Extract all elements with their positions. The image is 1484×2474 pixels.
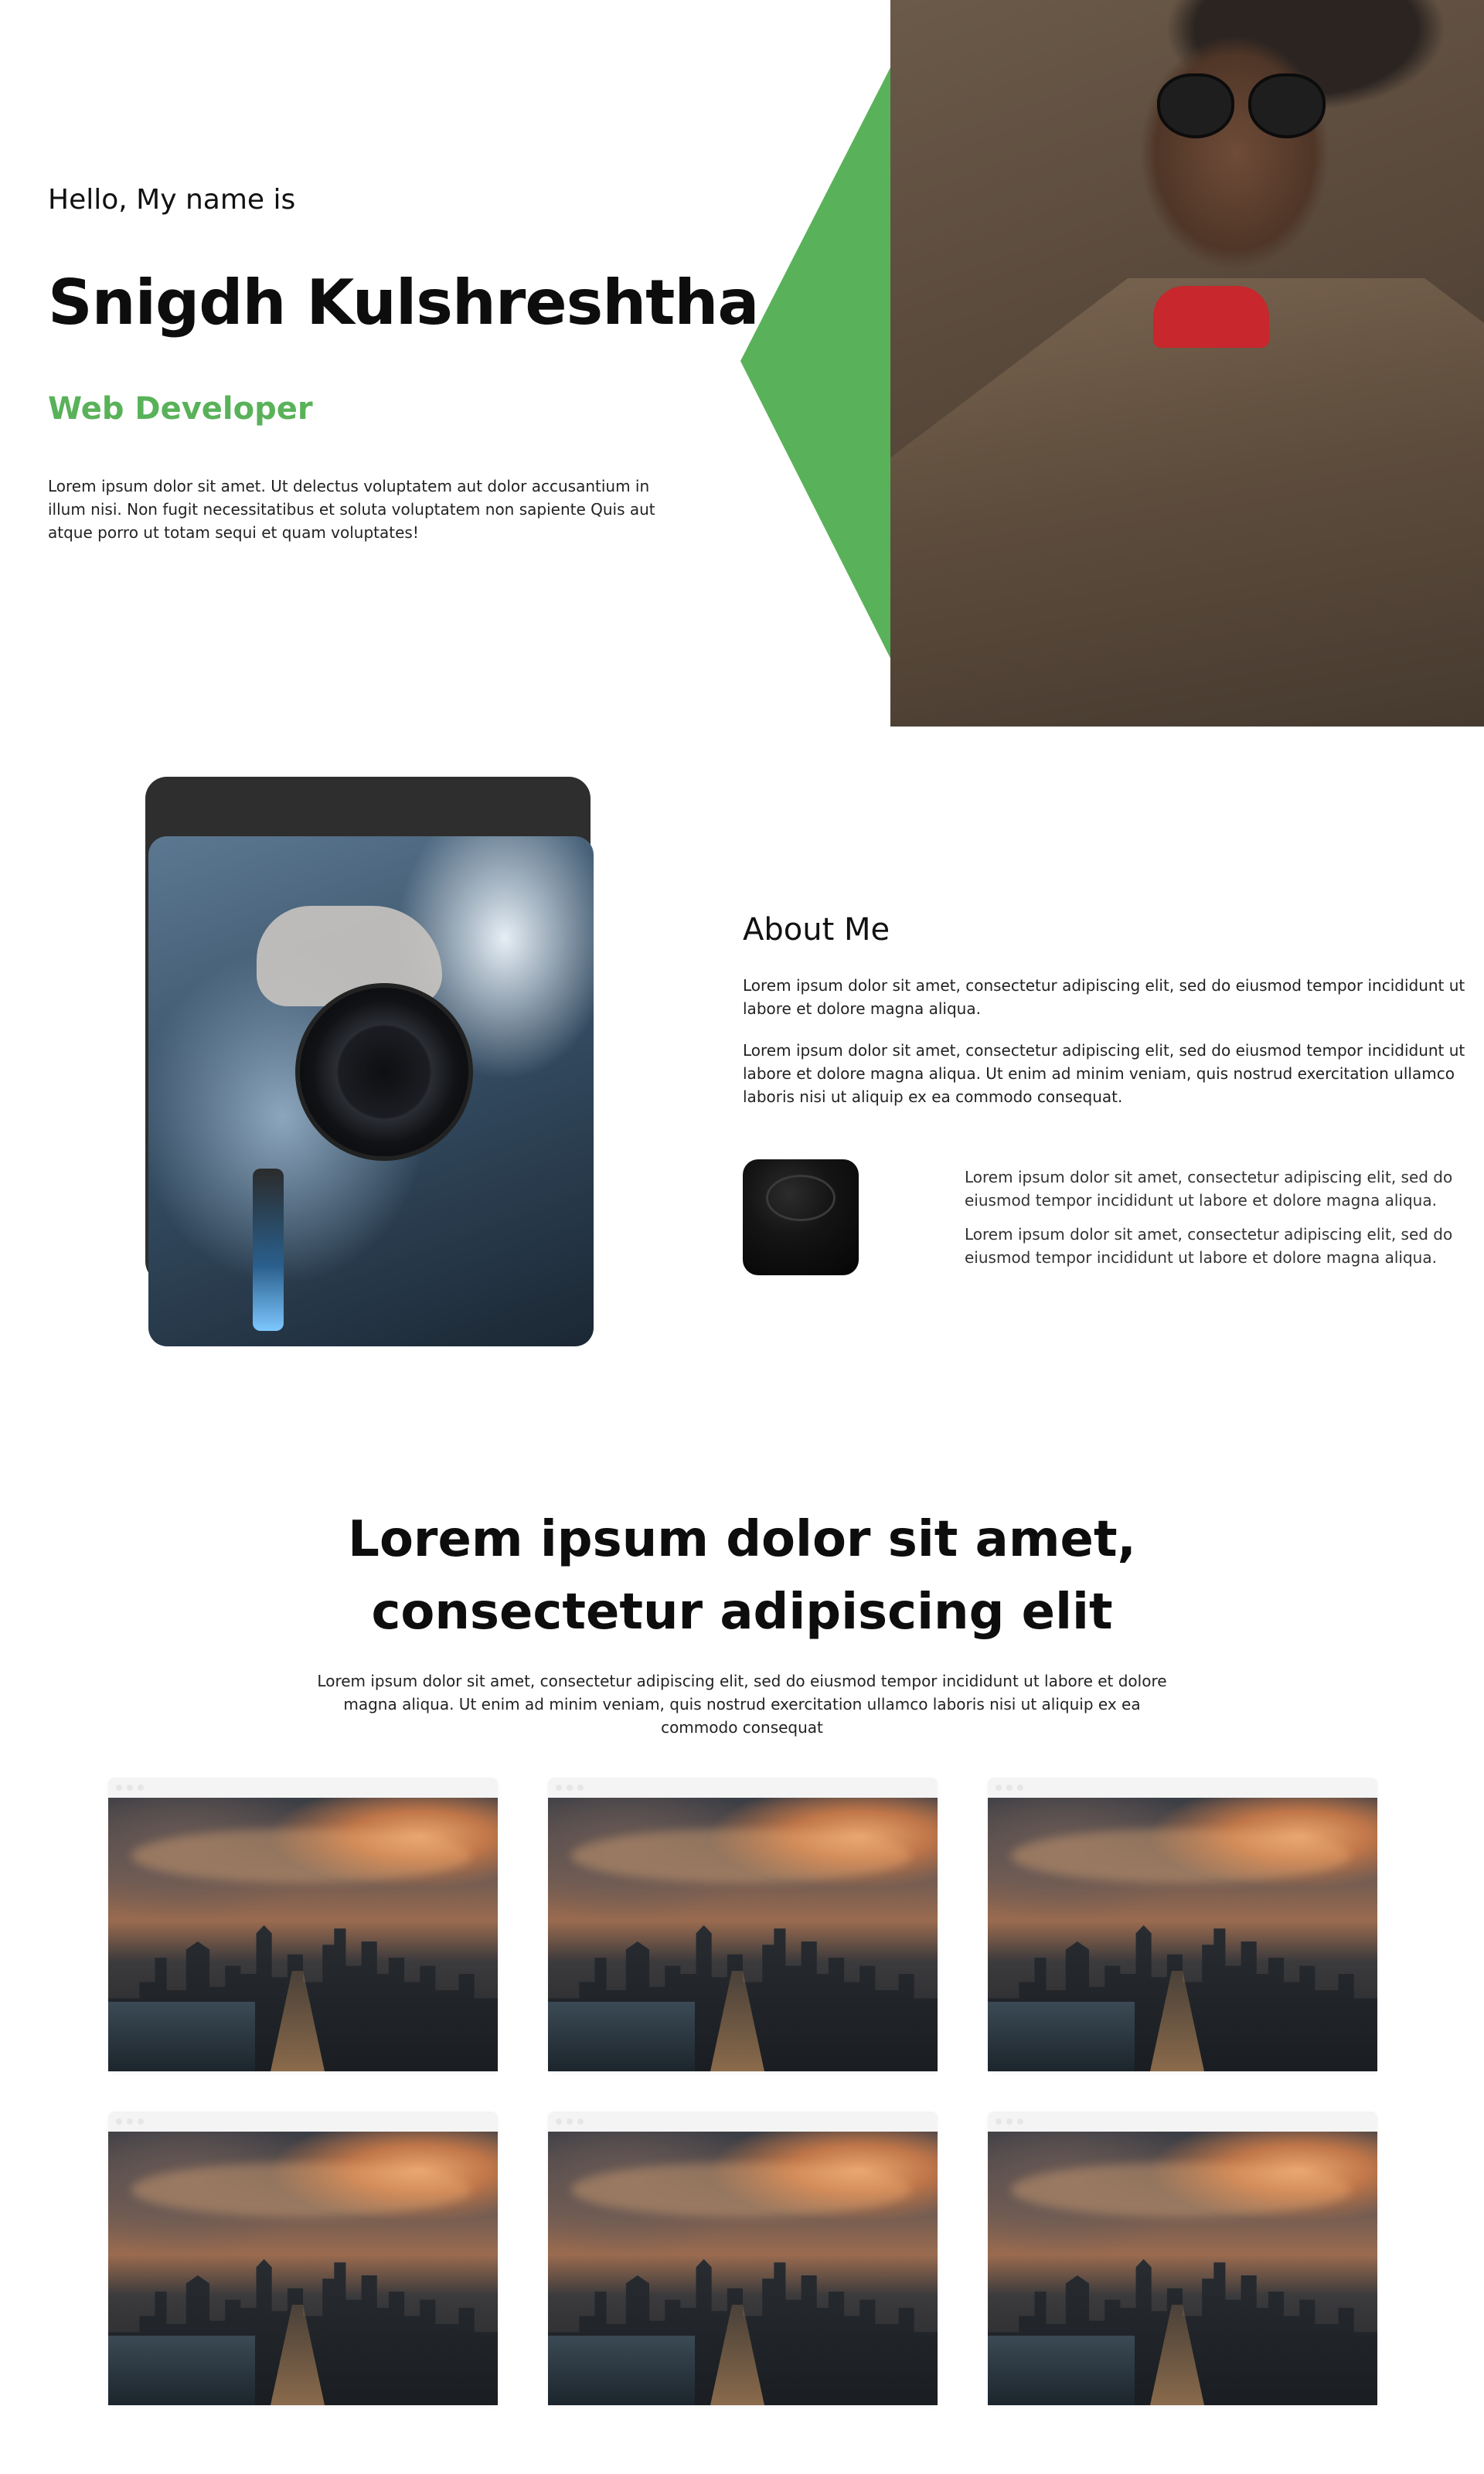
gallery-card[interactable] — [108, 2112, 498, 2405]
about-title: About Me — [743, 912, 890, 948]
gallery-subtitle: Lorem ipsum dolor sit amet, consectetur … — [317, 1672, 1167, 1737]
gallery-card[interactable] — [108, 1778, 498, 2071]
window-dots — [556, 2118, 584, 2125]
gallery-card[interactable] — [548, 2112, 938, 2405]
window-dots — [116, 2118, 144, 2125]
gallery-card[interactable] — [988, 1778, 1377, 2071]
city-skyline-image — [548, 1798, 938, 2071]
city-skyline-image — [988, 2132, 1377, 2405]
city-skyline-image — [108, 1798, 498, 2071]
hero-greeting: Hello, My name is — [48, 184, 296, 216]
gallery-heading: Lorem ipsum dolor sit amet, consectetur … — [0, 1503, 1484, 1649]
about-side-paragraph: Lorem ipsum dolor sit amet, consectetur … — [965, 1168, 1453, 1210]
gallery-heading-line: consectetur adipiscing elit — [371, 1584, 1113, 1641]
gallery-card[interactable] — [548, 1778, 938, 2071]
hero-intro-text: Lorem ipsum dolor sit amet. Ut delectus … — [48, 477, 655, 542]
about-section: About Me Lorem ipsum dolor sit amet, con… — [0, 742, 1484, 1376]
about-side-paragraph: Lorem ipsum dolor sit amet, consectetur … — [965, 1225, 1453, 1267]
window-dots — [996, 2118, 1023, 2125]
about-thumbnail-image — [743, 1159, 859, 1275]
city-skyline-image — [988, 1798, 1377, 2071]
about-camera-photo — [148, 836, 594, 1346]
hero-portrait-photo — [890, 0, 1484, 727]
city-skyline-image — [108, 2132, 498, 2405]
city-skyline-image — [548, 2132, 938, 2405]
about-paragraph: Lorem ipsum dolor sit amet, consectetur … — [743, 1041, 1465, 1106]
hero-name: Snigdh Kulshreshtha — [48, 267, 759, 339]
window-dots — [996, 1785, 1023, 1791]
thumbnail-detail — [766, 1175, 836, 1221]
window-dots — [556, 1785, 584, 1791]
photo-camera-lens — [295, 983, 473, 1161]
portrait-collar — [1153, 286, 1269, 348]
portrait-sunglasses — [1157, 73, 1335, 158]
gallery-card[interactable] — [988, 2112, 1377, 2405]
hero-role: Web Developer — [48, 391, 313, 427]
about-paragraph: Lorem ipsum dolor sit amet, consectetur … — [743, 976, 1465, 1018]
hero-section: Hello, My name is Snigdh Kulshreshtha We… — [0, 0, 1484, 727]
gallery-heading-line: Lorem ipsum dolor sit amet, — [348, 1511, 1136, 1568]
photo-camera-strap — [253, 1169, 284, 1331]
window-dots — [116, 1785, 144, 1791]
